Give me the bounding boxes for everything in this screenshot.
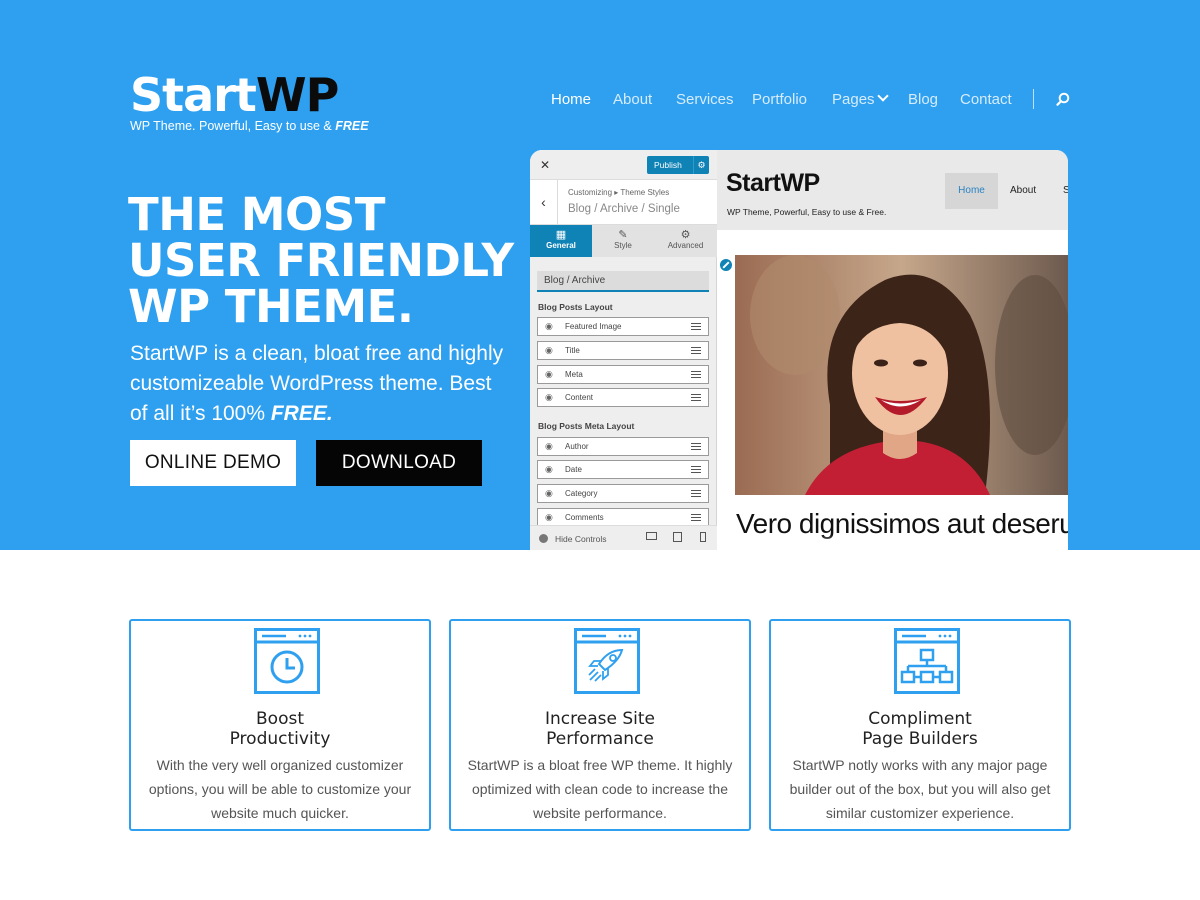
- nav-about[interactable]: About: [613, 89, 652, 111]
- preview-nav-home: Home: [945, 173, 998, 209]
- gear-icon: ⚙: [680, 229, 691, 241]
- nav-pages[interactable]: Pages: [832, 89, 889, 111]
- eye-icon: ◉: [545, 441, 553, 451]
- feature-title: Compliment Page Builders: [862, 709, 978, 749]
- back-arrow-icon[interactable]: ‹: [530, 180, 558, 225]
- site-tagline: WP Theme. Powerful, Easy to use & FREE: [130, 119, 369, 133]
- section-title: Blog Posts Meta Layout: [538, 421, 635, 431]
- tab-advanced[interactable]: ⚙ Advanced: [654, 225, 717, 257]
- sortable-item[interactable]: ◉ Title: [537, 341, 709, 360]
- breadcrumb: Customizing ▸ Theme Styles: [568, 188, 670, 197]
- eye-icon: ◉: [545, 345, 553, 355]
- section-title: Blog Posts Layout: [538, 302, 613, 312]
- hero-intro: StartWP is a clean, bloat free and highl…: [130, 342, 504, 425]
- eye-icon: ◉: [545, 321, 553, 331]
- eye-icon: ◉: [545, 369, 553, 379]
- drag-handle-icon: [691, 394, 701, 401]
- feature-card: Boost Productivity With the very well org…: [129, 619, 431, 831]
- site-preview: StartWP WP Theme, Powerful, Easy to use …: [717, 150, 1068, 550]
- feature-card: Increase Site Performance StartWP is a bl…: [449, 619, 751, 831]
- hero-headline: THE MOST USER FRIENDLY WP THEME.: [128, 188, 514, 333]
- nav-portfolio[interactable]: Portfolio: [752, 89, 807, 111]
- nav-divider: [1033, 89, 1034, 109]
- customizer-sidebar: ✕ Publish ⚙ ‹ Customizing ▸ Theme Styles …: [530, 150, 717, 550]
- drag-handle-icon: [691, 443, 701, 450]
- sitemap-icon: [894, 628, 960, 694]
- drag-handle-icon: [691, 514, 701, 521]
- feature-description: With the very well organized customizer …: [148, 757, 412, 821]
- tablet-icon[interactable]: [673, 532, 682, 542]
- drag-handle-icon: [691, 371, 701, 378]
- nav-blog[interactable]: Blog: [908, 89, 938, 111]
- hero-section: StartWP WP Theme. Powerful, Easy to use …: [0, 0, 1200, 550]
- sortable-item[interactable]: ◉ Featured Image: [537, 317, 709, 336]
- eye-icon: ◉: [545, 488, 553, 498]
- feature-card: Compliment Page Builders StartWP notly wo…: [769, 619, 1071, 831]
- tab-style[interactable]: ✎ Style: [592, 225, 654, 257]
- edit-shortcut-icon[interactable]: [718, 257, 734, 273]
- drag-handle-icon: [691, 490, 701, 497]
- feature-description: StartWP notly works with any major page …: [789, 757, 1051, 821]
- download-button[interactable]: DOWNLOAD: [316, 440, 482, 486]
- nav-home[interactable]: Home: [551, 89, 591, 111]
- tab-general[interactable]: ▦ General: [530, 225, 592, 257]
- desktop-icon[interactable]: [646, 532, 657, 540]
- publish-button[interactable]: Publish ⚙: [647, 156, 709, 174]
- search-icon[interactable]: [1056, 92, 1070, 106]
- sortable-item[interactable]: ◉ Content: [537, 388, 709, 407]
- featured-image: [735, 255, 1068, 495]
- drag-handle-icon: [691, 466, 701, 473]
- chevron-down-icon: [876, 90, 889, 102]
- sortable-item[interactable]: ◉ Category: [537, 484, 709, 503]
- online-demo-button[interactable]: ONLINE DEMO: [130, 440, 296, 486]
- preview-tagline: WP Theme, Powerful, Easy to use & Free.: [727, 207, 887, 217]
- eye-icon: ◉: [545, 464, 553, 474]
- preview-nav-more: S: [1063, 185, 1068, 196]
- main-nav: Home About Services Portfolio Pages Blog…: [0, 89, 1200, 113]
- collapse-icon[interactable]: [539, 534, 548, 543]
- feature-description: StartWP is a bloat free WP theme. It hig…: [467, 757, 733, 821]
- customizer-mockup: ✕ Publish ⚙ ‹ Customizing ▸ Theme Styles …: [530, 150, 1068, 550]
- brush-icon: ✎: [618, 229, 628, 241]
- grid-icon: ▦: [555, 229, 567, 241]
- gear-icon[interactable]: ⚙: [693, 156, 709, 174]
- sortable-item[interactable]: ◉ Author: [537, 437, 709, 456]
- drag-handle-icon: [691, 347, 701, 354]
- eye-icon: ◉: [545, 512, 553, 522]
- rocket-icon: [574, 628, 640, 694]
- close-icon[interactable]: ✕: [540, 158, 550, 172]
- feature-title: Boost Productivity: [229, 709, 331, 749]
- sortable-item[interactable]: ◉ Date: [537, 460, 709, 479]
- nav-services[interactable]: Services: [676, 89, 734, 111]
- mobile-icon[interactable]: [700, 532, 706, 542]
- sortable-item[interactable]: ◉ Meta: [537, 365, 709, 384]
- drag-handle-icon: [691, 323, 701, 330]
- layout-select[interactable]: Blog / Archive: [537, 271, 709, 292]
- preview-nav-about: About: [1010, 185, 1037, 196]
- feature-title: Increase Site Performance: [545, 709, 655, 749]
- nav-contact[interactable]: Contact: [960, 89, 1012, 111]
- hide-controls-button[interactable]: Hide Controls: [555, 534, 607, 544]
- panel-title: Blog / Archive / Single: [568, 203, 680, 215]
- preview-logo: StartWP: [726, 169, 820, 197]
- eye-icon: ◉: [545, 392, 553, 402]
- clock-icon: [254, 628, 320, 694]
